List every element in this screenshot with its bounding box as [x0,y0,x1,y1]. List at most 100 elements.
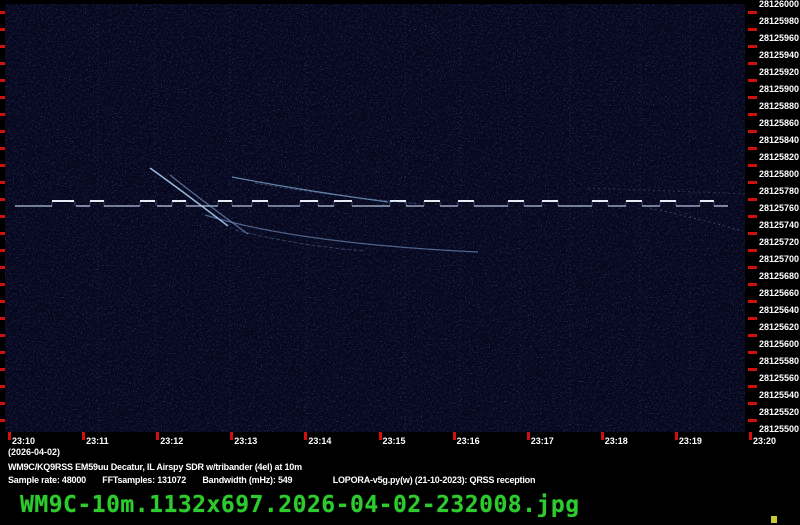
date-note: (2026-04-02) [8,447,61,457]
time-tick [378,432,382,440]
tick-right [748,283,757,286]
tick-left [0,198,5,201]
time-tick [8,432,11,440]
fft-samples-text: FFTsamples: 131072 [102,475,187,485]
tick-left [0,249,5,252]
tick-left [0,368,5,371]
tick-left [0,317,5,320]
freq-label: 28125800 [759,169,800,179]
tick-right [748,266,757,269]
tick-right [748,215,757,218]
tick-right [748,419,757,422]
tick-left [0,113,5,116]
tick-right [748,385,757,388]
tick-right [748,79,757,82]
freq-label: 28125760 [759,203,800,213]
time-tick [600,432,604,440]
freq-label: 28125520 [759,407,800,417]
freq-label: 28125920 [759,67,800,77]
tick-right [748,96,757,99]
freq-label: 28125500 [759,424,800,434]
software-version-text: LOPORA-v5g.py(w) (21-10-2023): QRSS rece… [332,475,536,485]
freq-label: 28125840 [759,135,800,145]
freq-label: 28125960 [759,33,800,43]
freq-label: 28125720 [759,237,800,247]
tick-right [748,402,757,405]
time-tick [749,432,752,440]
tick-right [748,147,757,150]
tick-left [0,79,5,82]
freq-label: 28125600 [759,339,800,349]
tick-right [748,164,757,167]
time-label: 23:13 [234,436,258,446]
time-tick [526,432,530,440]
tick-left [0,351,5,354]
noise-layer-2 [5,4,745,432]
waterfall-spectrogram [5,4,745,432]
freq-label: 28126000 [759,0,800,9]
time-label: 23:16 [456,436,480,446]
time-tick [452,432,456,440]
freq-label: 28125620 [759,322,800,332]
tick-left [0,385,5,388]
time-label: 23:18 [604,436,628,446]
tick-left [0,232,5,235]
tick-right [748,181,757,184]
tick-left [0,96,5,99]
time-tick [304,432,308,440]
freq-label: 28125540 [759,390,800,400]
freq-label: 28125660 [759,288,800,298]
tick-left [0,402,5,405]
freq-label: 28125740 [759,220,800,230]
freq-label: 28125880 [759,101,800,111]
time-label: 23:14 [308,436,332,446]
time-tick [82,432,86,440]
tick-left [0,164,5,167]
tick-left [0,11,5,14]
tick-right [748,28,757,31]
tick-right [748,198,757,201]
time-label: 23:10 [12,436,36,446]
tick-left [0,45,5,48]
tick-left [0,283,5,286]
filename-text: WM9C-10m.1132x697.2026-04-02-232008.jpg [20,492,580,518]
tick-left [0,419,5,422]
tick-right [748,300,757,303]
time-label: 23:20 [753,436,777,446]
bandwidth-text: Bandwidth (mHz): 549 [202,475,293,485]
settings-info-line: Sample rate: 48000 FFTsamples: 131072 Ba… [8,475,549,485]
freq-label: 28125780 [759,186,800,196]
freq-label: 28125980 [759,16,800,26]
tick-left [0,266,5,269]
tick-left [0,130,5,133]
sample-rate-text: Sample rate: 48000 [8,475,86,485]
freq-label: 28125580 [759,356,800,366]
tick-right [748,62,757,65]
tick-right [748,232,757,235]
tick-left [0,300,5,303]
station-info-line: WM9C/KQ9RSS EM59uu Decatur, IL Airspy SD… [8,462,302,472]
time-label: 23:17 [530,436,554,446]
freq-label: 28125640 [759,305,800,315]
time-label: 23:11 [86,436,109,446]
tick-left [0,147,5,150]
time-tick [156,432,160,440]
tick-left [0,62,5,65]
yellow-marker [771,516,777,523]
freq-label: 28125680 [759,271,800,281]
tick-right [748,351,757,354]
tick-right [748,334,757,337]
time-label: 23:19 [678,436,702,446]
tick-right [748,317,757,320]
time-label: 23:12 [160,436,184,446]
time-tick [674,432,678,440]
noise-bottom-strip [5,423,745,432]
tick-right [748,45,757,48]
tick-left [0,181,5,184]
freq-label: 28125820 [759,152,800,162]
tick-right [748,11,757,14]
freq-label: 28125900 [759,84,800,94]
time-label: 23:15 [382,436,406,446]
tick-right [748,130,757,133]
tick-right [748,113,757,116]
